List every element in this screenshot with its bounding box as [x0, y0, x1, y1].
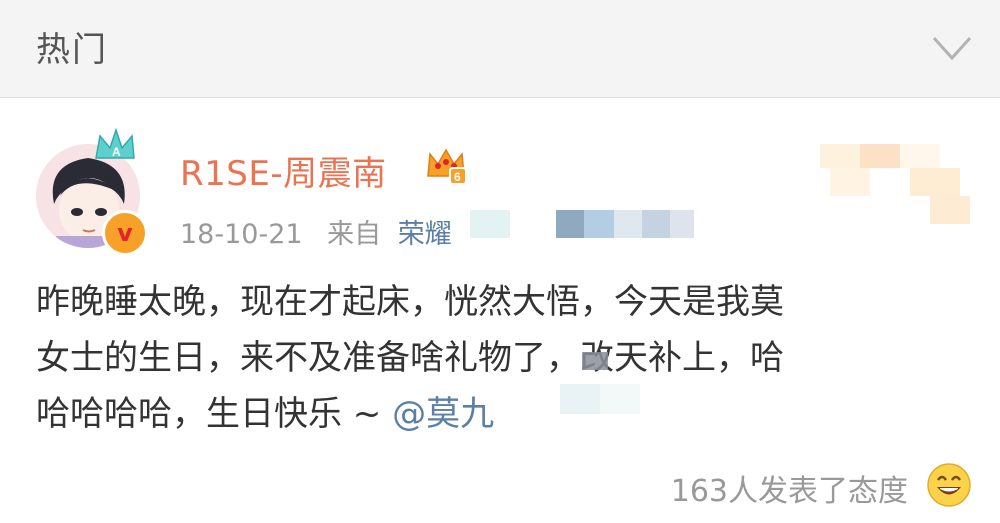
post-body-line: 女士的生日，来不及准备啥礼物了，改天补上，哈 [36, 338, 784, 378]
weibo-post-card[interactable]: A v R1SE-周震南 6 18-10-21 来自 荣耀 昨晚睡太晚，现在才起… [0, 98, 1000, 523]
post-body-line: 哈哈哈哈，生日快乐 ~ @莫九 [36, 386, 976, 442]
svg-text:A: A [112, 145, 121, 159]
feed-header: 热门 [0, 0, 1000, 98]
smile-emoji-icon[interactable] [926, 462, 972, 508]
mention-link[interactable]: @莫九 [392, 394, 494, 434]
post-date: 18-10-21 [180, 219, 303, 250]
username[interactable]: R1SE-周震南 [180, 146, 387, 195]
mosaic-overlay [470, 210, 694, 238]
page-title: 热门 [36, 30, 108, 70]
crown-icon: A [95, 128, 135, 159]
mosaic-overlay [582, 352, 608, 370]
post-meta: 18-10-21 来自 荣耀 [180, 212, 452, 251]
post-source[interactable]: 荣耀 [398, 219, 452, 250]
avatar-group[interactable]: A v [32, 128, 152, 256]
from-label: 来自 [327, 219, 382, 250]
verified-v-icon: v [102, 210, 148, 256]
chevron-down-icon[interactable] [930, 28, 974, 68]
mosaic-overlay [820, 144, 970, 224]
vip-crown-icon[interactable]: 6 [424, 146, 468, 186]
mosaic-overlay [560, 384, 640, 414]
reaction-count[interactable]: 163人发表了态度 [671, 466, 908, 510]
post-body: 昨晚睡太晚，现在才起床，恍然大悟，今天是我莫 女士的生日，来不及准备啥礼物了，改… [36, 274, 976, 442]
svg-text:6: 6 [454, 170, 461, 184]
post-body-line: 昨晚睡太晚，现在才起床，恍然大悟，今天是我莫 [36, 282, 784, 322]
post-body-text: 哈哈哈哈，生日快乐 ~ [36, 394, 393, 434]
